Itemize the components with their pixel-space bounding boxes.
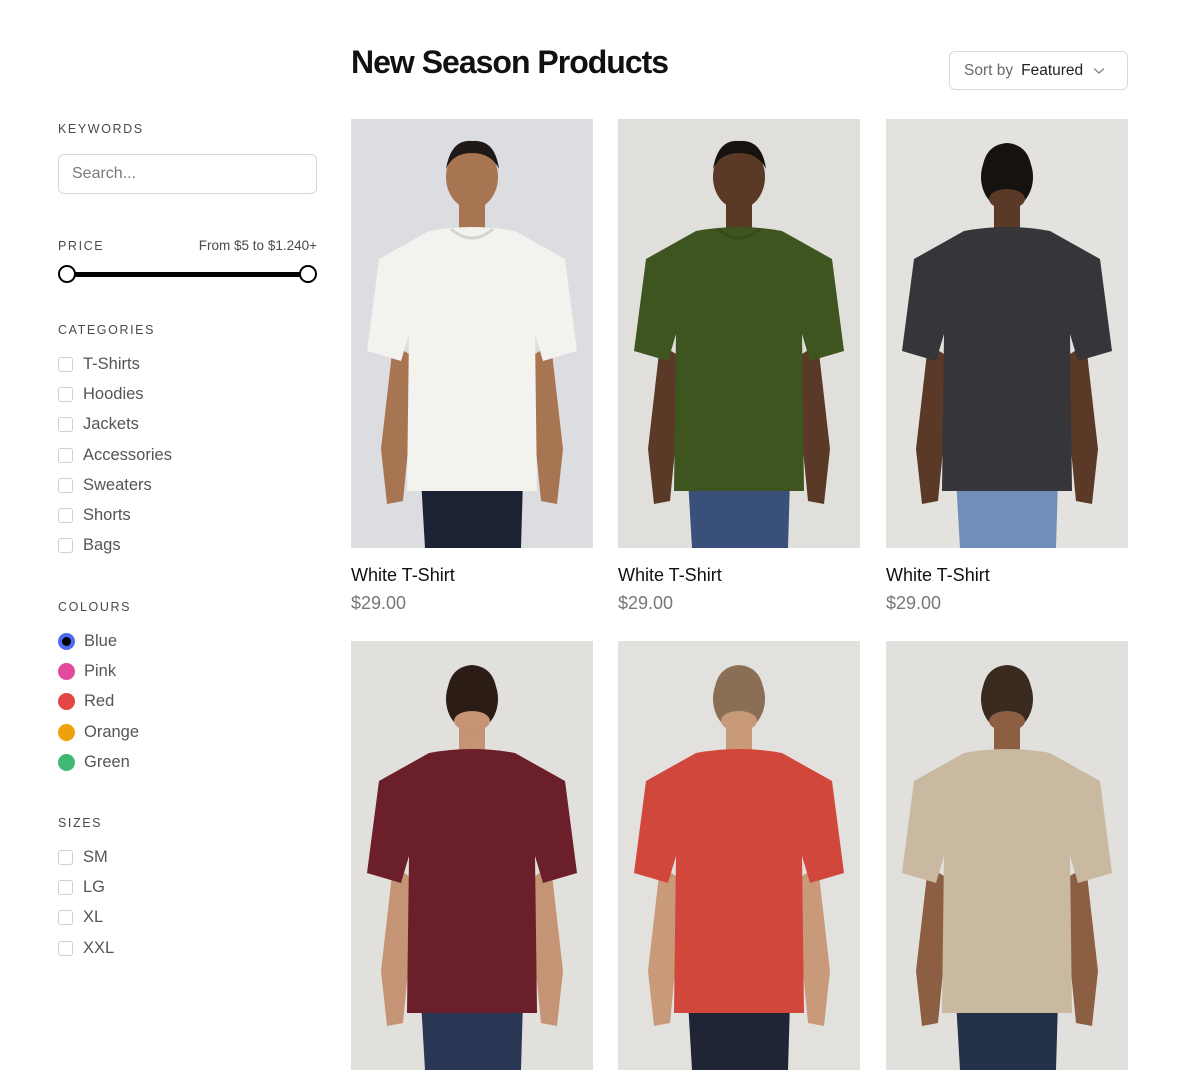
- colour-item-pink[interactable]: Pink: [58, 656, 139, 686]
- model-nape: [989, 189, 1025, 209]
- product-image[interactable]: [351, 641, 593, 1070]
- checkbox[interactable]: [58, 477, 73, 493]
- colour-swatch[interactable]: [58, 753, 75, 771]
- product-card[interactable]: White T-Shirt $29.00: [618, 119, 860, 613]
- colour-label: Orange: [84, 722, 140, 741]
- colour-swatch[interactable]: [58, 662, 75, 680]
- checkbox[interactable]: [58, 538, 73, 554]
- product-card[interactable]: [618, 641, 860, 1070]
- product-name[interactable]: White T-Shirt: [618, 565, 722, 586]
- model-nape: [989, 711, 1025, 731]
- model-nape: [721, 711, 757, 731]
- category-item-hoodies[interactable]: Hoodies: [58, 379, 172, 409]
- product-price: $29.00: [886, 593, 942, 613]
- search-input[interactable]: [58, 154, 317, 194]
- category-item-shorts[interactable]: Shorts: [58, 500, 172, 530]
- category-label: Hoodies: [83, 384, 144, 403]
- product-price: $29.00: [351, 593, 407, 613]
- checkbox[interactable]: [58, 356, 73, 372]
- product-image[interactable]: [618, 119, 860, 548]
- category-label: T-Shirts: [83, 354, 140, 373]
- checkbox[interactable]: [58, 386, 73, 402]
- category-list: T-Shirts Hoodies Jackets Accessories Swe…: [58, 349, 172, 561]
- checkbox[interactable]: [58, 849, 73, 865]
- product-name[interactable]: White T-Shirt: [351, 565, 455, 586]
- product-name[interactable]: White T-Shirt: [886, 565, 990, 586]
- price-slider-track[interactable]: [66, 272, 309, 277]
- sort-dropdown[interactable]: Sort by Featured: [949, 51, 1128, 90]
- product-image[interactable]: [351, 119, 593, 548]
- size-label: LG: [83, 877, 106, 896]
- colour-item-green[interactable]: Green: [58, 747, 139, 777]
- category-label: Bags: [83, 536, 121, 555]
- price-slider-max-handle[interactable]: [299, 265, 317, 283]
- category-label: Accessories: [83, 445, 172, 464]
- colour-list: Blue Pink Red Orange Green: [58, 626, 139, 777]
- checkbox[interactable]: [58, 940, 73, 956]
- size-item-lg[interactable]: LG: [58, 872, 114, 902]
- size-item-sm[interactable]: SM: [58, 842, 114, 872]
- price-range-text: From $5 to $1.240+: [198, 238, 317, 253]
- colour-item-blue[interactable]: Blue: [58, 626, 139, 656]
- category-item-jackets[interactable]: Jackets: [58, 410, 172, 440]
- chevron-down-icon: [1093, 65, 1105, 77]
- checkbox[interactable]: [58, 447, 73, 463]
- colour-swatch[interactable]: [58, 723, 75, 741]
- colour-swatch[interactable]: [58, 693, 75, 711]
- colour-label: Pink: [84, 661, 117, 680]
- colours-title: COLOURS: [58, 600, 132, 614]
- page-title: New Season Products: [351, 44, 669, 80]
- checkbox[interactable]: [58, 417, 73, 433]
- sort-value: Featured: [1021, 61, 1084, 79]
- colour-item-orange[interactable]: Orange: [58, 717, 139, 747]
- size-item-xxl[interactable]: XXL: [58, 933, 114, 963]
- model-nape: [454, 711, 490, 731]
- category-item-accessories[interactable]: Accessories: [58, 440, 172, 470]
- size-list: SM LG XL XXL: [58, 842, 114, 963]
- product-image[interactable]: [886, 119, 1128, 548]
- colour-item-red[interactable]: Red: [58, 687, 139, 717]
- category-label: Shorts: [83, 506, 131, 525]
- product-image[interactable]: [886, 641, 1128, 1070]
- checkbox[interactable]: [58, 508, 73, 524]
- colour-swatch[interactable]: [58, 632, 75, 650]
- product-card[interactable]: White T-Shirt $29.00: [886, 119, 1128, 613]
- price-slider-min-handle[interactable]: [58, 265, 76, 283]
- size-label: SM: [83, 847, 108, 866]
- product-card[interactable]: [351, 641, 593, 1070]
- checkbox[interactable]: [58, 879, 73, 895]
- category-item-bags[interactable]: Bags: [58, 531, 172, 561]
- category-item-t-shirts[interactable]: T-Shirts: [58, 349, 172, 379]
- colour-label: Green: [84, 752, 130, 771]
- colour-label: Red: [84, 692, 115, 711]
- product-card[interactable]: [886, 641, 1128, 1070]
- categories-title: CATEGORIES: [58, 323, 156, 337]
- sort-label: Sort by: [964, 61, 1014, 79]
- keywords-title: KEYWORDS: [58, 122, 144, 136]
- product-card[interactable]: White T-Shirt $29.00: [351, 119, 593, 613]
- size-item-xl[interactable]: XL: [58, 903, 114, 933]
- category-item-sweaters[interactable]: Sweaters: [58, 470, 172, 500]
- checkbox[interactable]: [58, 910, 73, 926]
- category-label: Jackets: [83, 415, 139, 434]
- size-label: XXL: [83, 938, 115, 957]
- product-image[interactable]: [618, 641, 860, 1070]
- category-label: Sweaters: [83, 475, 152, 494]
- price-title: PRICE: [58, 239, 105, 253]
- product-price: $29.00: [618, 593, 674, 613]
- size-label: XL: [83, 908, 104, 927]
- colour-label: Blue: [84, 631, 118, 650]
- sizes-title: SIZES: [58, 816, 103, 830]
